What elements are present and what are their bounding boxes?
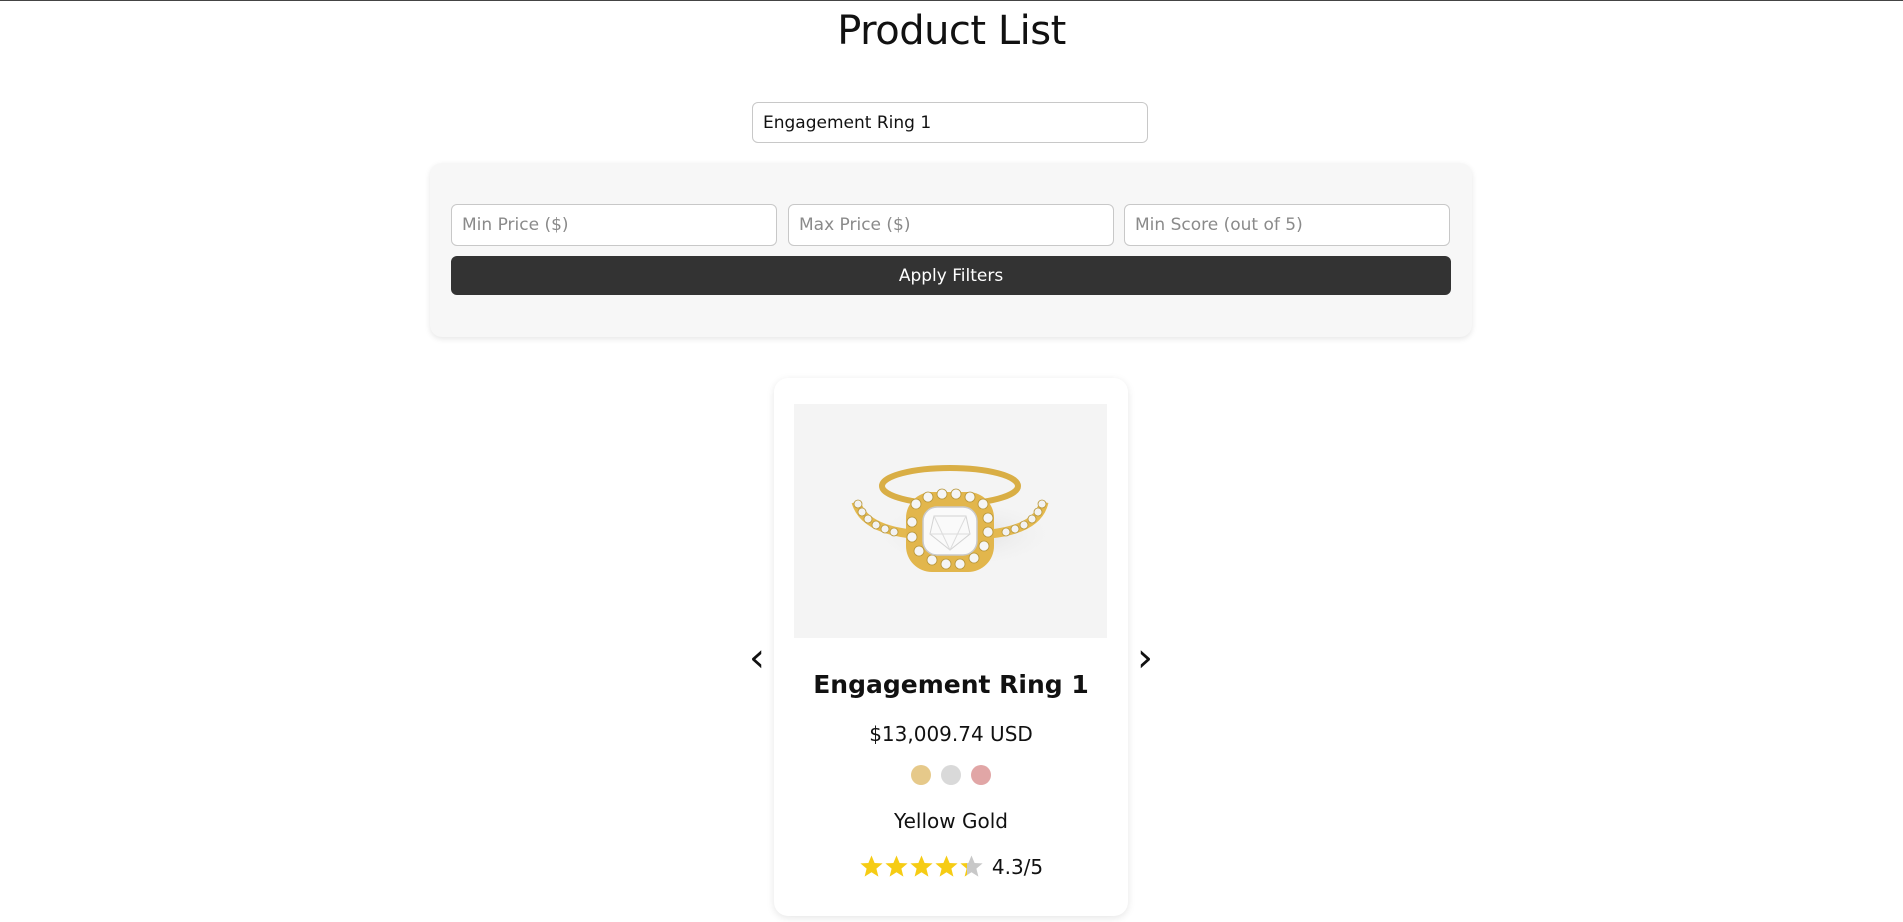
- swatch-yellow-gold[interactable]: [911, 765, 931, 785]
- star-icon: [885, 855, 908, 877]
- page-title: Product List: [837, 8, 1066, 54]
- carousel-next-button[interactable]: ›: [1130, 633, 1160, 683]
- star-icon: [910, 855, 933, 877]
- chevron-left-icon: ‹: [749, 635, 765, 681]
- apply-filters-button[interactable]: Apply Filters: [451, 256, 1451, 295]
- star-icon: [960, 855, 983, 877]
- metal-swatches: [774, 765, 1128, 785]
- filter-panel: Apply Filters: [430, 163, 1472, 337]
- star-rating: [859, 854, 984, 879]
- window-top-border: [0, 0, 1903, 1]
- star-icon: [860, 855, 883, 877]
- ring-image: [851, 465, 1059, 572]
- product-name: Engagement Ring 1: [813, 670, 1089, 699]
- star-icon: [935, 855, 958, 877]
- product-card: Engagement Ring 1 $13,009.74 USD Yellow …: [774, 378, 1128, 916]
- max-price-input[interactable]: [788, 204, 1114, 246]
- rating-text: 4.3/5: [991, 854, 1044, 879]
- swatch-rose-gold[interactable]: [971, 765, 991, 785]
- min-price-input[interactable]: [451, 204, 777, 246]
- selected-metal-label: Yellow Gold: [894, 809, 1008, 833]
- product-price: $13,009.74 USD: [869, 722, 1033, 746]
- rating: 4.3/5: [774, 854, 1128, 879]
- chevron-right-icon: ›: [1137, 635, 1153, 681]
- swatch-white-gold[interactable]: [941, 765, 961, 785]
- carousel-prev-button[interactable]: ‹: [742, 633, 772, 683]
- min-score-input[interactable]: [1124, 204, 1450, 246]
- search-input[interactable]: [752, 102, 1148, 143]
- product-image: [794, 404, 1107, 638]
